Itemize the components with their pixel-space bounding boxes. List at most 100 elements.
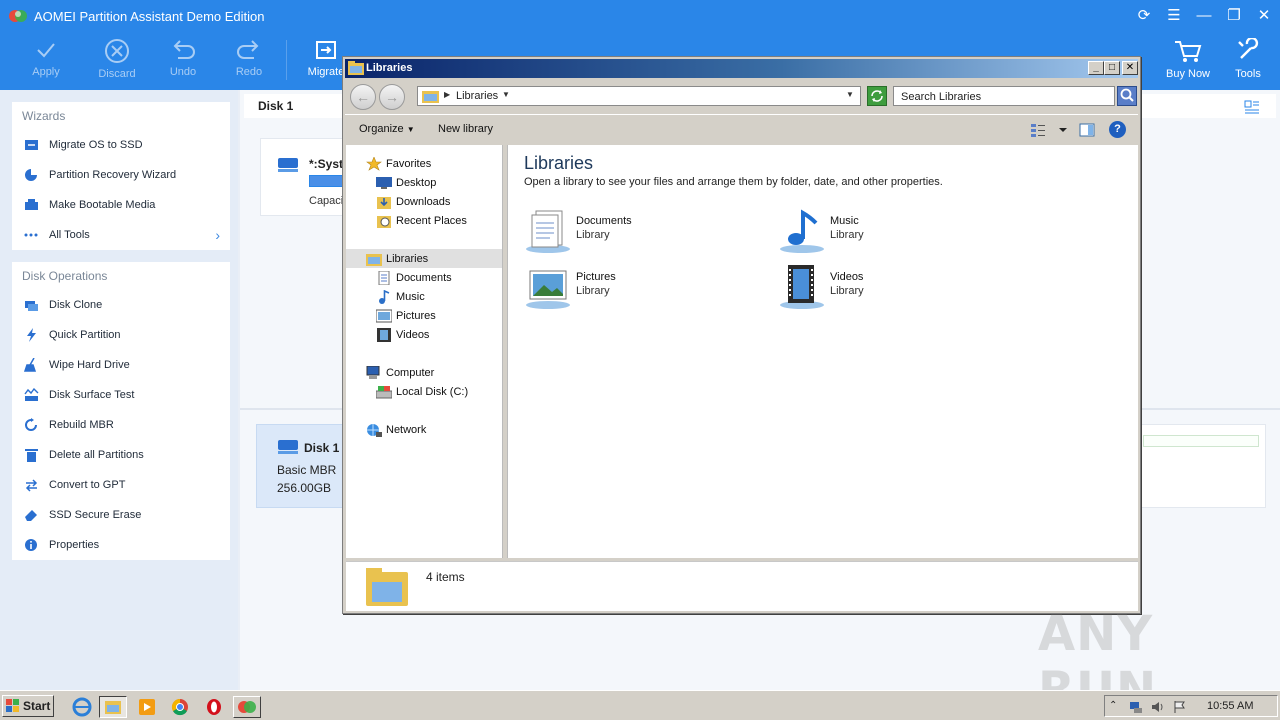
- library-documents[interactable]: Documents Library: [524, 207, 744, 255]
- media-player-icon[interactable]: [133, 696, 161, 718]
- drive-icon: [278, 158, 298, 172]
- network-tray-icon[interactable]: [1129, 700, 1143, 714]
- breadcrumb-arrow-icon[interactable]: ▶: [444, 90, 450, 99]
- library-pictures[interactable]: Pictures Library: [524, 263, 744, 311]
- view-toggle-icon[interactable]: [1244, 100, 1260, 116]
- forward-button[interactable]: →: [379, 84, 405, 110]
- disk-card[interactable]: Disk 1 Basic MBR 256.00GB: [256, 424, 356, 508]
- lightning-icon: [27, 328, 36, 342]
- migrate-os-icon: [25, 140, 38, 150]
- sidebar-item-all-tools[interactable]: All Tools ›: [12, 220, 230, 250]
- libraries-title: Libraries: [366, 62, 413, 74]
- explorer-maximize-button[interactable]: □: [1104, 61, 1120, 75]
- chevron-right-icon: ›: [215, 227, 220, 243]
- start-button[interactable]: Start: [2, 695, 54, 717]
- address-history-dropdown-icon[interactable]: ▼: [846, 90, 854, 99]
- network-icon: [367, 424, 382, 437]
- refresh-button[interactable]: [867, 86, 887, 106]
- discard-button[interactable]: Discard: [87, 32, 147, 90]
- back-button[interactable]: ←: [350, 84, 376, 110]
- explorer-minimize-button[interactable]: _: [1088, 61, 1104, 75]
- sidebar: Wizards Migrate OS to SSD Partition Reco…: [0, 90, 238, 690]
- computer-icon: [366, 366, 380, 379]
- discard-icon: [105, 39, 129, 63]
- library-music[interactable]: Music Library: [778, 207, 998, 255]
- sidebar-item-convert-gpt[interactable]: Convert to GPT: [12, 470, 230, 500]
- sidebar-item-properties[interactable]: Properties: [12, 530, 230, 560]
- address-bar[interactable]: ▶ Libraries ▼ ▼: [417, 86, 861, 106]
- trash-icon: [25, 449, 38, 462]
- star-icon: [366, 157, 382, 171]
- sidebar-item-bootable-media[interactable]: Make Bootable Media: [12, 190, 230, 220]
- disk-card-type: Basic MBR: [277, 463, 337, 477]
- disk-clone-icon: [25, 301, 38, 311]
- breadcrumb-libraries[interactable]: Libraries: [456, 90, 498, 102]
- navigation-pane: Favorites Desktop Downloads Recent Place…: [346, 145, 503, 558]
- close-button[interactable]: ✕: [1254, 6, 1274, 26]
- sidebar-item-migrate-os[interactable]: Migrate OS to SSD: [12, 130, 230, 160]
- change-view-icon[interactable]: [1029, 122, 1069, 138]
- sidebar-item-surface-test[interactable]: Disk Surface Test: [12, 380, 230, 410]
- opera-icon[interactable]: [200, 696, 228, 718]
- libraries-icon: [366, 254, 382, 266]
- disk-card-name: Disk 1: [304, 441, 340, 455]
- internet-explorer-icon[interactable]: [68, 696, 96, 718]
- dropdown-arrow-icon: ▼: [406, 125, 415, 134]
- flag-icon[interactable]: [1173, 700, 1187, 714]
- migrate-icon: [316, 41, 336, 59]
- menu-icon[interactable]: ☰: [1164, 6, 1184, 26]
- partition-capacity: Capaci: [309, 195, 344, 207]
- search-button[interactable]: [1117, 86, 1137, 106]
- disk-icon: [278, 440, 298, 454]
- search-input[interactable]: Search Libraries: [893, 86, 1115, 106]
- details-pane: 4 items: [346, 561, 1138, 611]
- sidebar-item-wipe-hard-drive[interactable]: Wipe Hard Drive: [12, 350, 230, 380]
- music-icon: [379, 290, 390, 304]
- local-disk-icon: [376, 386, 392, 399]
- restore-button[interactable]: ❐: [1224, 6, 1244, 26]
- broom-icon: [24, 358, 37, 372]
- help-button[interactable]: ?: [1109, 121, 1126, 138]
- buy-now-button[interactable]: Buy Now: [1158, 32, 1218, 90]
- show-hidden-icons-icon[interactable]: ⌃: [1109, 700, 1123, 714]
- explorer-close-button[interactable]: ✕: [1122, 61, 1138, 75]
- sidebar-item-partition-recovery[interactable]: Partition Recovery Wizard: [12, 160, 230, 190]
- disk-card-size: 256.00GB: [277, 481, 332, 495]
- sidebar-item-delete-partitions[interactable]: Delete all Partitions: [12, 440, 230, 470]
- new-library-button[interactable]: New library: [438, 123, 493, 135]
- partition-strip[interactable]: [1140, 424, 1266, 508]
- organize-menu[interactable]: Organize ▼: [359, 123, 415, 135]
- pictures-icon: [376, 309, 392, 323]
- library-videos[interactable]: Videos Library: [778, 263, 998, 311]
- chrome-icon[interactable]: [166, 696, 194, 718]
- desktop-icon: [376, 177, 392, 189]
- apply-button[interactable]: Apply: [16, 32, 76, 90]
- sidebar-item-ssd-erase[interactable]: SSD Secure Erase: [12, 500, 230, 530]
- disk-operations-heading: Disk Operations: [22, 269, 108, 283]
- sidebar-item-quick-partition[interactable]: Quick Partition: [12, 320, 230, 350]
- tools-button[interactable]: Tools: [1218, 32, 1278, 90]
- refresh-icon[interactable]: ⟳: [1134, 6, 1154, 26]
- libraries-title-bar[interactable]: Libraries _ □ ✕: [345, 59, 1138, 78]
- search-placeholder: Search Libraries: [901, 91, 982, 103]
- explorer-taskbar-button[interactable]: [99, 696, 127, 718]
- sidebar-item-disk-clone[interactable]: Disk Clone: [12, 290, 230, 320]
- windows-logo-icon: [6, 699, 19, 712]
- wrench-icon: [1238, 38, 1259, 59]
- content-heading: Libraries: [524, 153, 594, 173]
- clock[interactable]: 10:55 AM: [1207, 700, 1253, 712]
- partition-recovery-icon: [25, 169, 37, 181]
- partition-strip-bar: [1143, 435, 1259, 447]
- sidebar-item-rebuild-mbr[interactable]: Rebuild MBR: [12, 410, 230, 440]
- minimize-button[interactable]: —: [1194, 6, 1214, 26]
- breadcrumb-dropdown-icon[interactable]: ▼: [502, 90, 510, 99]
- preview-pane-icon[interactable]: [1079, 122, 1095, 138]
- videos-library-icon: [780, 265, 824, 309]
- aomei-taskbar-icon: [238, 701, 256, 713]
- undo-icon: [173, 40, 195, 59]
- redo-button[interactable]: Redo: [219, 32, 279, 90]
- aomei-taskbar-button[interactable]: [233, 696, 261, 718]
- undo-button[interactable]: Undo: [153, 32, 213, 90]
- volume-icon[interactable]: [1151, 700, 1165, 714]
- refresh-icon: [871, 90, 883, 102]
